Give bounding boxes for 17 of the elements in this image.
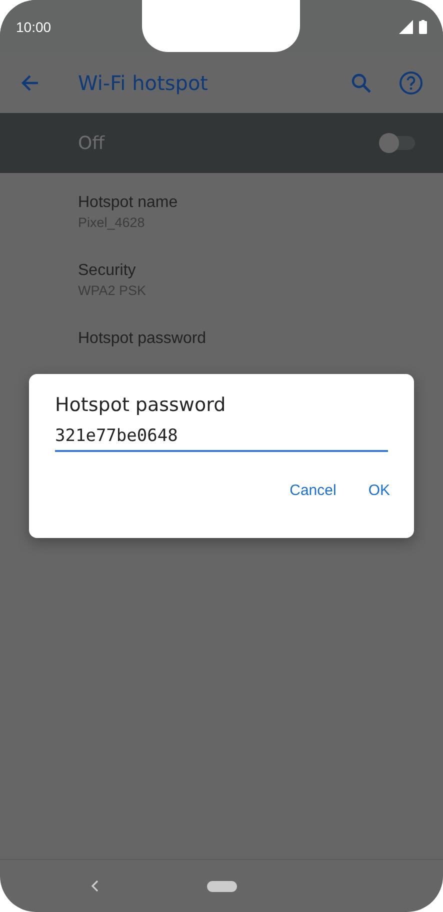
back-icon[interactable] (91, 880, 99, 892)
toggle-switch[interactable] (381, 136, 415, 150)
setting-title[interactable]: Hotspot name (78, 194, 443, 212)
home-pill[interactable] (207, 880, 237, 892)
clock: 10:00 (16, 18, 52, 34)
battery-icon (419, 20, 427, 34)
dialog-button[interactable]: Cancel (278, 474, 348, 507)
signal-icon (399, 20, 413, 34)
setting-title[interactable]: Security (78, 262, 443, 280)
back-arrow-icon[interactable] (20, 73, 40, 93)
screen-title: Wi-Fi hotspot (78, 71, 210, 95)
dialog-button[interactable]: OK (356, 474, 402, 507)
help-icon[interactable] (399, 71, 423, 95)
switch-label: Off (78, 132, 105, 154)
search-icon[interactable] (351, 73, 371, 93)
setting-title[interactable]: Hotspot password (78, 330, 443, 348)
dialog-title: Hotspot password (55, 394, 227, 416)
